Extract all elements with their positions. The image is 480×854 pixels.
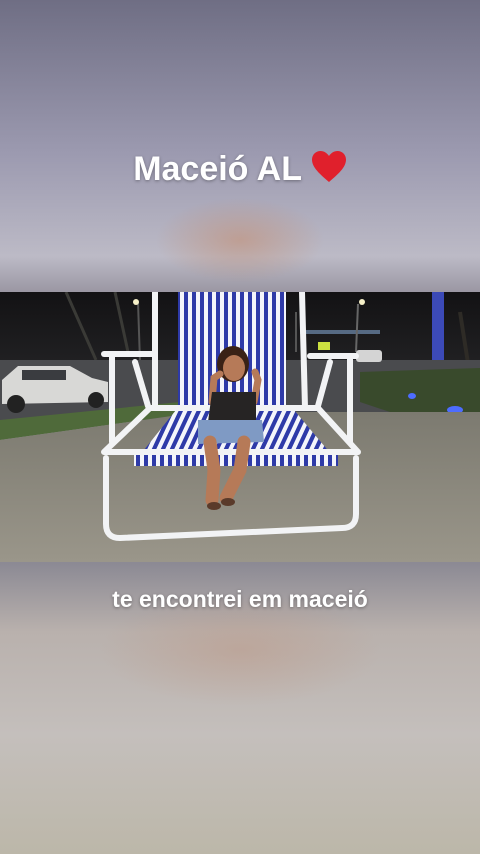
top-caption-text: Maceió AL [133, 150, 302, 188]
bottom-caption: te encontrei em maceió [112, 586, 368, 612]
photo-scene [0, 292, 480, 562]
distant-car [356, 350, 382, 362]
photo-frame [0, 292, 480, 562]
distant-lights [300, 330, 380, 334]
top-caption: Maceió AL [0, 150, 480, 193]
heart-icon [311, 150, 347, 193]
